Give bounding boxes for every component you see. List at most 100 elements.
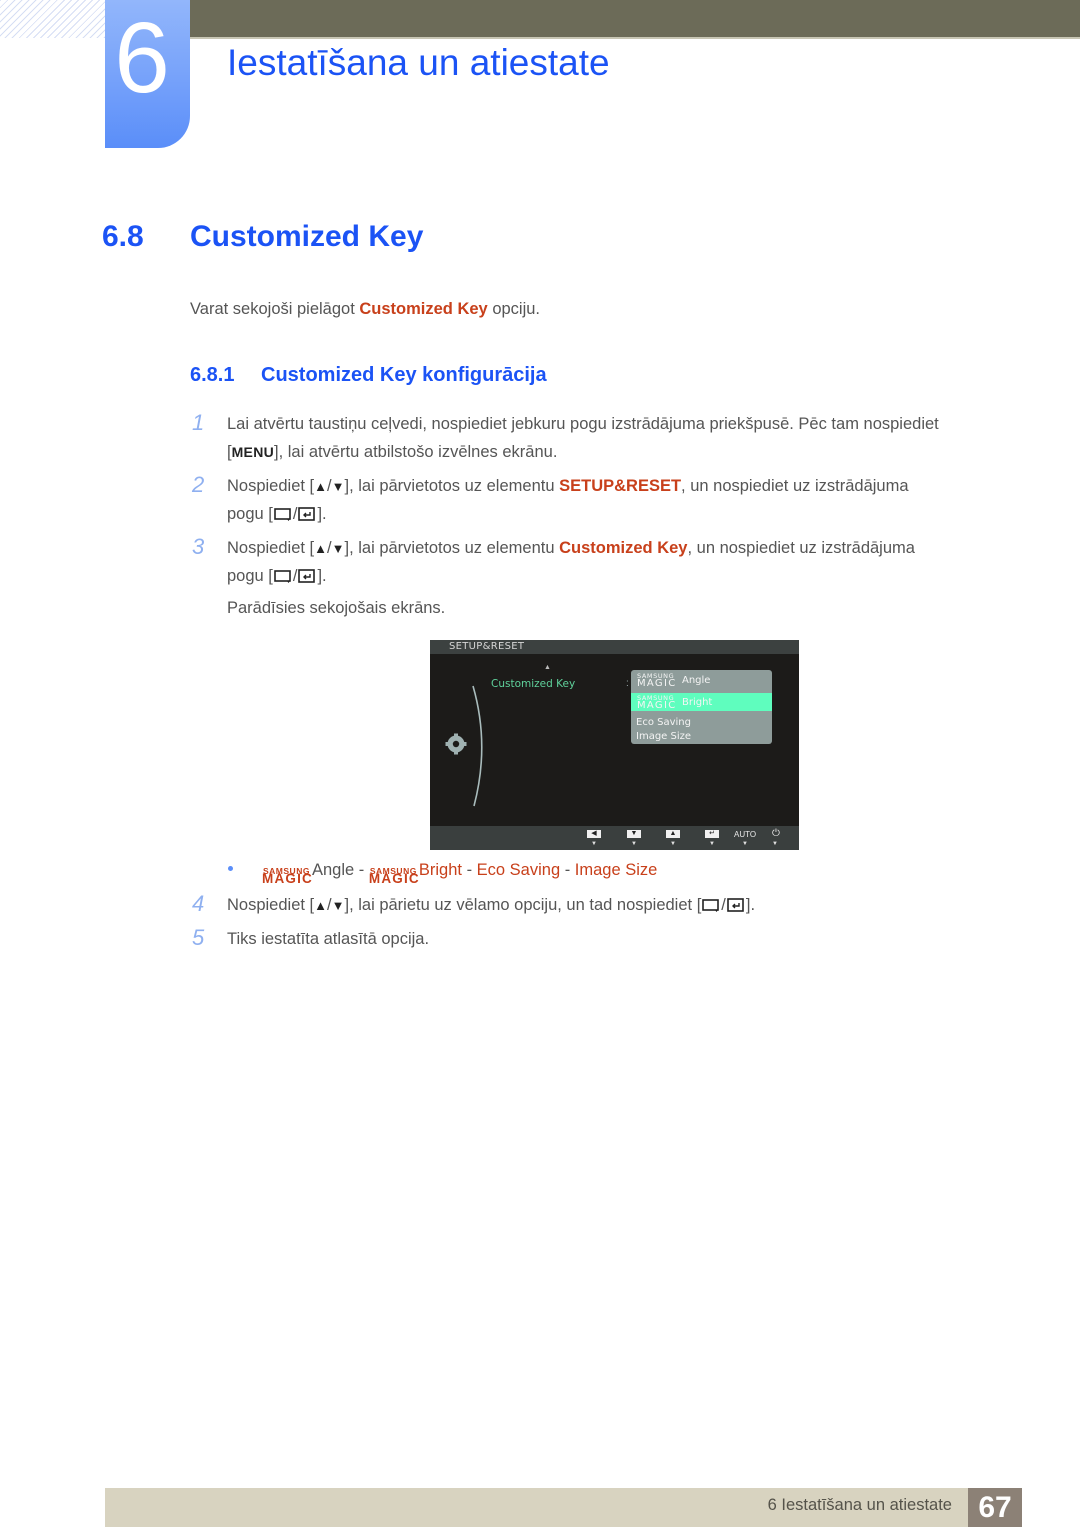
up-arrow-icon: ▲ (314, 479, 328, 494)
separator: - (560, 861, 575, 879)
osd-menu-item-customized-key[interactable]: Customized Key (491, 678, 575, 690)
option-label: Bright (682, 697, 713, 708)
step-2-line-1: Nospiediet [▲/▼], lai pārvietotos uz ele… (227, 475, 909, 498)
option-label: Eco Saving (636, 717, 691, 728)
header-bar (190, 0, 1080, 39)
osd-screen: SETUP&RESET ▲ Customized Key : SAMSUNG MA… (430, 640, 799, 850)
section-title: Customized Key (190, 220, 424, 253)
down-icon[interactable]: ▼ (627, 830, 641, 838)
step-text: pogu [ (227, 567, 273, 585)
gear-icon (445, 733, 467, 755)
page-number: 67 (968, 1488, 1022, 1527)
option-angle: Angle (312, 861, 355, 879)
option-label: Image Size (636, 731, 692, 742)
osd-options-dropdown[interactable]: SAMSUNG MAGIC Angle SAMSUNG MAGIC Bright E… (631, 670, 772, 744)
osd-button-bar: ◀ ▼ ▲ ↵ AUTO ⏻ ▼ ▼ ▼ ▼ ▼ ▼ (430, 826, 799, 850)
up-arrow-icon: ▲ (314, 898, 328, 913)
auto-button[interactable]: AUTO (734, 830, 756, 839)
subsection-number: 6.8.1 (190, 364, 235, 386)
source-button-icon (274, 508, 291, 521)
option-label: Angle (682, 675, 711, 686)
enter-button-icon (298, 507, 316, 521)
down-arrow-icon: ▼ (331, 479, 345, 494)
step-number: 4 (192, 891, 205, 916)
osd-up-arrow-icon: ▲ (544, 664, 551, 671)
step-2-line-2: pogu [/]. (227, 503, 327, 525)
step-highlight: Customized Key (559, 539, 688, 557)
step-text: ], lai pārvietotos uz elementu (344, 539, 560, 557)
option-eco-saving: Eco Saving (476, 861, 561, 879)
intro-highlight: Customized Key (359, 300, 488, 318)
hint-arrow-icon: ▼ (631, 841, 637, 847)
logo-big: MAGIC (637, 700, 677, 711)
osd-option-magic-bright[interactable]: SAMSUNG MAGIC Bright (631, 693, 772, 711)
up-arrow-icon: ▲ (314, 541, 328, 556)
left-icon[interactable]: ◀ (587, 830, 601, 838)
step-text: ]. (317, 505, 327, 523)
step-text: pogu [ (227, 505, 273, 523)
power-icon[interactable]: ⏻ (772, 828, 780, 839)
step-3-note: Parādīsies sekojošais ekrāns. (227, 599, 446, 617)
osd-option-image-size[interactable]: Image Size (631, 728, 772, 744)
options-list: SAMSUNG MAGIC Angle - SAMSUNG MAGIC Bright -… (262, 859, 658, 886)
hint-arrow-icon: ▼ (742, 841, 748, 847)
chapter-number: 6 (114, 2, 170, 114)
bullet-icon (228, 866, 233, 871)
hint-arrow-icon: ▼ (772, 841, 778, 847)
step-text: ], lai pārietu uz vēlamo opciju, un tad … (344, 896, 702, 914)
osd-option-magic-angle[interactable]: SAMSUNG MAGIC Angle (631, 671, 772, 689)
step-4-line: Nospiediet [▲/▼], lai pārietu uz vēlamo … (227, 894, 755, 917)
option-image-size: Image Size (574, 861, 658, 879)
step-3-line-2: pogu [/]. (227, 565, 327, 587)
step-number: 2 (192, 472, 205, 497)
hint-arrow-icon: ▼ (709, 841, 715, 847)
logo-big: MAGIC (262, 871, 313, 886)
logo-big: MAGIC (368, 871, 420, 886)
step-text: Nospiediet [ (227, 477, 315, 495)
enter-icon[interactable]: ↵ (705, 830, 719, 838)
samsung-magic-logo: SAMSUNG MAGIC (637, 694, 677, 711)
up-icon[interactable]: ▲ (666, 830, 680, 838)
intro-text-end: opciju. (487, 300, 541, 318)
hint-arrow-icon: ▼ (591, 841, 597, 847)
step-text: Nospiediet [ (227, 539, 315, 557)
footer-chapter-label: 6 Iestatīšana un atiestate (767, 1496, 952, 1514)
step-text: , un nospiediet uz izstrādājuma (687, 539, 915, 557)
enter-button-icon (298, 569, 316, 583)
logo-big: MAGIC (637, 678, 677, 689)
section-intro: Varat sekojoši pielāgot Customized Key o… (190, 298, 540, 320)
step-number: 3 (192, 534, 205, 559)
chapter-title: Iestatīšana un atiestate (227, 42, 610, 83)
separator: - (461, 861, 477, 879)
osd-title: SETUP&RESET (449, 641, 525, 652)
osd-colon: : (626, 678, 629, 689)
step-1-line-2: [MENU], lai atvērtu atbilstošo izvēlnes … (227, 441, 557, 463)
down-arrow-icon: ▼ (331, 898, 345, 913)
step-number: 5 (192, 925, 205, 950)
separator: - (354, 861, 369, 879)
step-text: Nospiediet [ (227, 896, 315, 914)
intro-text: Varat sekojoši pielāgot (190, 300, 360, 318)
hint-arrow-icon: ▼ (670, 841, 676, 847)
enter-button-icon (727, 898, 744, 912)
step-text: ]. (745, 896, 756, 914)
step-5-line: Tiks iestatīta atlasītā opcija. (227, 930, 430, 948)
step-text: ], lai pārvietotos uz elementu (344, 477, 560, 495)
step-3-line-1: Nospiediet [▲/▼], lai pārvietotos uz ele… (227, 537, 915, 560)
menu-key-icon: MENU (231, 444, 275, 460)
step-1-line-1: Lai atvērtu taustiņu ceļvedi, nospiediet… (227, 415, 939, 433)
osd-dial-decoration (445, 685, 483, 807)
samsung-magic-logo: SAMSUNG MAGIC (369, 861, 419, 886)
down-arrow-icon: ▼ (331, 541, 345, 556)
step-text: ]. (317, 567, 327, 585)
header-hatch-decoration (0, 0, 110, 38)
samsung-magic-logo: SAMSUNG MAGIC (637, 672, 677, 689)
source-button-icon (702, 899, 720, 912)
source-button-icon (274, 570, 291, 583)
section-number: 6.8 (102, 220, 144, 253)
step-text: ], lai atvērtu atbilstošo izvēlnes ekrān… (274, 443, 558, 461)
option-bright: Bright (418, 861, 462, 879)
samsung-magic-logo: SAMSUNG MAGIC (262, 861, 312, 886)
step-text: , un nospiediet uz izstrādājuma (681, 477, 909, 495)
step-number: 1 (192, 410, 205, 435)
